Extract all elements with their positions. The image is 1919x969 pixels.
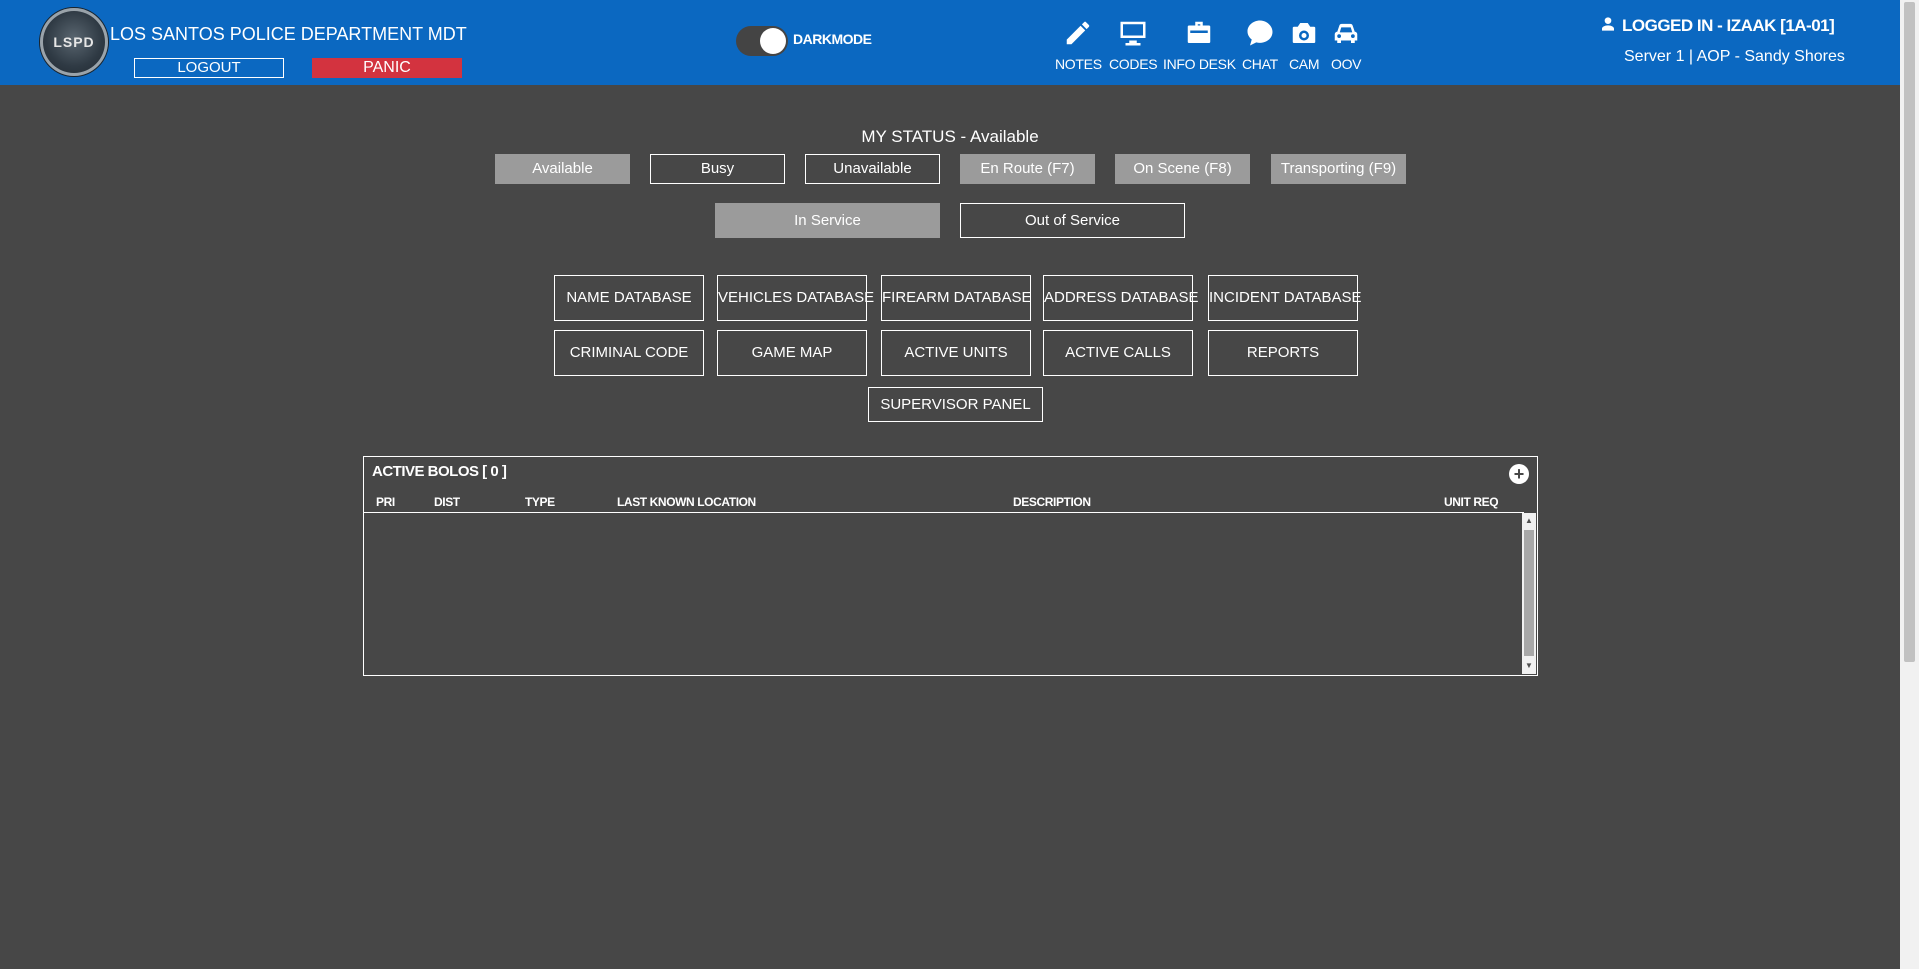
vehicles-database-button[interactable]: VEHICLES DATABASE [717, 275, 874, 321]
status-en-route-button[interactable]: En Route (F7) [960, 154, 1095, 184]
logged-in-text: LOGGED IN - IZAAK [1A-01] [1622, 16, 1835, 35]
notes-label: NOTES [1055, 56, 1102, 72]
briefcase-icon [1188, 21, 1211, 43]
col-type: TYPE [525, 495, 555, 509]
info-desk-label: INFO DESK [1163, 56, 1236, 72]
page-scroll-thumb[interactable] [1904, 2, 1915, 662]
status-unavailable-button[interactable]: Unavailable [805, 154, 940, 184]
col-unit-req: UNIT REQ [1444, 495, 1499, 509]
supervisor-panel-button[interactable]: SUPERVISOR PANEL [868, 387, 1043, 422]
name-database-button[interactable]: NAME DATABASE [554, 275, 704, 321]
darkmode-toggle[interactable] [736, 26, 788, 56]
car-icon [1334, 23, 1358, 43]
game-map-button[interactable]: GAME MAP [717, 330, 867, 376]
toggle-knob [760, 28, 786, 54]
col-pri: PRI [376, 495, 395, 509]
chat-label: CHAT [1242, 56, 1278, 72]
address-database-button[interactable]: ADDRESS DATABASE [1043, 275, 1198, 321]
camera-icon [1292, 23, 1316, 43]
add-bolo-button[interactable]: + [1509, 464, 1529, 484]
bolos-scrollbar[interactable]: ▲ ▼ [1522, 513, 1536, 674]
col-last-known-location: LAST KNOWN LOCATION [617, 495, 756, 509]
logo-text: LSPD [53, 34, 95, 50]
lspd-badge-logo: LSPD [40, 8, 108, 76]
info-desk-button[interactable]: INFO DESK [1163, 18, 1236, 72]
status-on-scene-button[interactable]: On Scene (F8) [1115, 154, 1250, 184]
reports-button[interactable]: REPORTS [1208, 330, 1358, 376]
active-calls-button[interactable]: ACTIVE CALLS [1043, 330, 1193, 376]
user-icon [1602, 17, 1614, 31]
app-title: LOS SANTOS POLICE DEPARTMENT MDT [110, 24, 467, 44]
bolos-scroll-thumb[interactable] [1524, 530, 1534, 656]
cam-label: CAM [1289, 56, 1320, 72]
col-dist: DIST [434, 495, 460, 509]
status-available-button[interactable]: Available [495, 154, 630, 184]
server-info: Server 1 | AOP - Sandy Shores [1624, 48, 1845, 65]
bolos-title: ACTIVE BOLOS [ 0 ] [372, 463, 507, 480]
active-units-button[interactable]: ACTIVE UNITS [881, 330, 1031, 376]
in-service-button[interactable]: In Service [715, 203, 940, 238]
bolos-column-headers: PRI DIST TYPE LAST KNOWN LOCATION DESCRI… [364, 495, 1537, 509]
incident-database-button[interactable]: INCIDENT DATABASE [1208, 275, 1362, 321]
scroll-up-arrow-icon[interactable]: ▲ [1522, 513, 1536, 529]
firearm-database-button[interactable]: FIREARM DATABASE [881, 275, 1031, 321]
logout-button[interactable]: LOGOUT [134, 58, 284, 78]
chat-bubble-icon [1247, 20, 1273, 46]
criminal-code-button[interactable]: CRIMINAL CODE [554, 330, 704, 376]
pencil-icon [1067, 21, 1090, 45]
my-status-title: MY STATUS - Available [861, 127, 1039, 146]
notes-button[interactable]: NOTES [1055, 18, 1102, 72]
logged-in-user: LOGGED IN - IZAAK [1A-01] [1600, 16, 1835, 36]
active-bolos-panel: ACTIVE BOLOS [ 0 ] + PRI DIST TYPE LAST … [363, 456, 1538, 676]
scroll-down-arrow-icon[interactable]: ▼ [1522, 658, 1536, 674]
oov-label: OOV [1331, 56, 1362, 72]
cam-button[interactable]: CAM [1289, 18, 1320, 72]
chat-button[interactable]: CHAT [1242, 18, 1278, 72]
top-bar: LSPD LOS SANTOS POLICE DEPARTMENT MDT LO… [0, 0, 1900, 85]
page-scrollbar[interactable] [1900, 0, 1919, 969]
darkmode-label: DARKMODE [793, 31, 872, 47]
codes-button[interactable]: CODES [1109, 18, 1158, 72]
monitor-icon [1120, 21, 1146, 46]
bolos-list [364, 512, 1524, 676]
oov-button[interactable]: OOV [1331, 18, 1362, 72]
col-description: DESCRIPTION [1013, 495, 1091, 509]
status-transporting-button[interactable]: Transporting (F9) [1271, 154, 1406, 184]
out-of-service-button[interactable]: Out of Service [960, 203, 1185, 238]
panic-button[interactable]: PANIC [312, 58, 462, 78]
codes-label: CODES [1109, 56, 1158, 72]
status-busy-button[interactable]: Busy [650, 154, 785, 184]
